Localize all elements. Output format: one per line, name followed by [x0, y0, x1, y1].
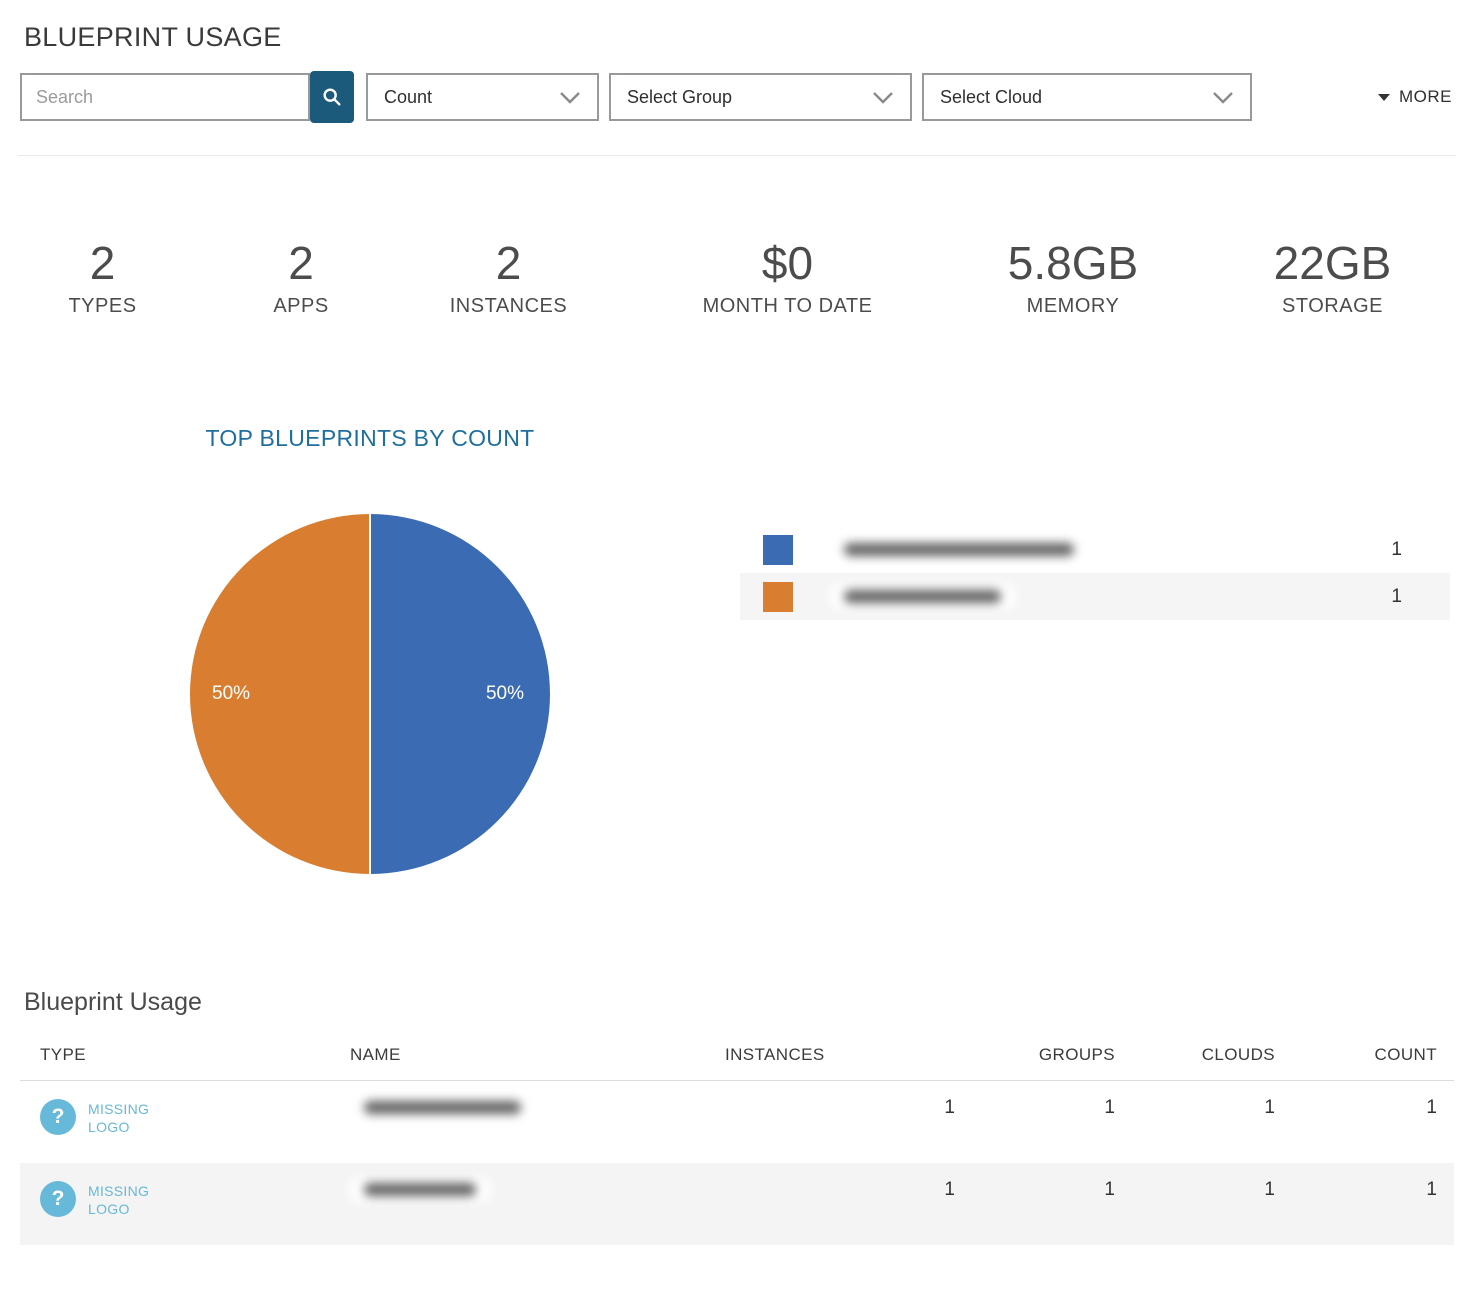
search-icon: [321, 86, 343, 108]
search-button[interactable]: [310, 71, 354, 123]
stat-value: $0: [620, 238, 955, 289]
name-cell: [350, 1081, 725, 1125]
metric-dropdown[interactable]: Count: [366, 73, 599, 121]
stat-value: 22GB: [1191, 238, 1474, 289]
stat-label: MONTH TO DATE: [620, 295, 955, 318]
column-header-groups: GROUPS: [955, 1045, 1115, 1065]
legend-swatch-orange: [763, 582, 793, 612]
stat-label: APPS: [205, 295, 397, 318]
pie-chart[interactable]: 50% 50%: [190, 514, 550, 874]
type-cell: ? MISSING LOGO: [20, 1163, 350, 1218]
search-box: [20, 71, 354, 123]
name-redacted: [350, 1177, 490, 1202]
pie-slice-label-blue: 50%: [486, 683, 524, 705]
stat-value: 5.8GB: [955, 238, 1191, 289]
chevron-down-icon: [872, 91, 894, 104]
column-header-instances: INSTANCES: [725, 1045, 955, 1065]
stat-memory: 5.8GB MEMORY: [955, 238, 1191, 318]
count-cell: 1: [1275, 1163, 1454, 1201]
stat-label: TYPES: [0, 295, 205, 318]
legend-swatch-blue: [763, 535, 793, 565]
legend-row: 1: [740, 526, 1450, 573]
stat-label: STORAGE: [1191, 295, 1474, 318]
instances-cell: 1: [725, 1081, 955, 1119]
top-blueprints-chart-section: TOP BLUEPRINTS BY COUNT 50% 50% 1 1: [0, 424, 1474, 874]
page-title: BLUEPRINT USAGE: [24, 22, 1474, 53]
cloud-dropdown[interactable]: Select Cloud: [922, 73, 1252, 121]
search-input[interactable]: [20, 73, 310, 121]
stat-value: 2: [397, 238, 620, 289]
more-button-label: MORE: [1399, 87, 1452, 107]
missing-logo-icon: ?: [40, 1099, 76, 1135]
stat-types: 2 TYPES: [0, 238, 205, 318]
legend-count: 1: [1391, 539, 1402, 561]
missing-logo-icon: ?: [40, 1181, 76, 1217]
chevron-down-icon: [559, 91, 581, 104]
cloud-dropdown-value: Select Cloud: [940, 87, 1042, 108]
column-header-name: NAME: [350, 1045, 725, 1065]
filter-toolbar: Count Select Group Select Cloud MORE: [20, 71, 1454, 123]
metric-dropdown-value: Count: [384, 87, 432, 108]
name-redacted: [350, 1095, 535, 1120]
group-dropdown-value: Select Group: [627, 87, 732, 108]
pie-divider: [369, 514, 371, 874]
stat-value: 2: [0, 238, 205, 289]
stat-apps: 2 APPS: [205, 238, 397, 318]
caret-down-icon: [1378, 94, 1390, 101]
instances-cell: 1: [725, 1163, 955, 1201]
pie-slice-label-orange: 50%: [212, 683, 250, 705]
chart-legend: 1 1: [740, 424, 1450, 874]
column-header-type: TYPE: [20, 1045, 350, 1065]
clouds-cell: 1: [1115, 1163, 1275, 1201]
column-header-count: COUNT: [1275, 1045, 1454, 1065]
stat-instances: 2 INSTANCES: [397, 238, 620, 318]
legend-label-redacted: [830, 584, 1015, 609]
stat-label: MEMORY: [955, 295, 1191, 318]
missing-logo-label: MISSING LOGO: [88, 1100, 160, 1136]
more-button[interactable]: MORE: [1378, 87, 1454, 107]
chevron-down-icon: [1212, 91, 1234, 104]
table-header-row: TYPE NAME INSTANCES GROUPS CLOUDS COUNT: [20, 1045, 1454, 1081]
legend-row: 1: [740, 573, 1450, 620]
legend-count: 1: [1391, 586, 1402, 608]
blueprint-usage-table-section: Blueprint Usage TYPE NAME INSTANCES GROU…: [20, 988, 1454, 1245]
column-header-clouds: CLOUDS: [1115, 1045, 1275, 1065]
clouds-cell: 1: [1115, 1081, 1275, 1119]
missing-logo-label: MISSING LOGO: [88, 1182, 160, 1218]
stat-value: 2: [205, 238, 397, 289]
groups-cell: 1: [955, 1081, 1115, 1119]
count-cell: 1: [1275, 1081, 1454, 1119]
pie-chart-panel: TOP BLUEPRINTS BY COUNT 50% 50%: [0, 424, 740, 874]
type-cell: ? MISSING LOGO: [20, 1081, 350, 1136]
table-row[interactable]: ? MISSING LOGO 1 1 1 1: [20, 1163, 1454, 1245]
table-title: Blueprint Usage: [24, 988, 1454, 1017]
name-cell: [350, 1163, 725, 1207]
group-dropdown[interactable]: Select Group: [609, 73, 912, 121]
groups-cell: 1: [955, 1163, 1115, 1201]
legend-label-redacted: [830, 537, 1088, 562]
summary-stats: 2 TYPES 2 APPS 2 INSTANCES $0 MONTH TO D…: [0, 156, 1474, 318]
chart-title: TOP BLUEPRINTS BY COUNT: [206, 424, 535, 452]
stat-label: INSTANCES: [397, 295, 620, 318]
table-row[interactable]: ? MISSING LOGO 1 1 1 1: [20, 1081, 1454, 1163]
stat-storage: 22GB STORAGE: [1191, 238, 1474, 318]
stat-month-to-date: $0 MONTH TO DATE: [620, 238, 955, 318]
